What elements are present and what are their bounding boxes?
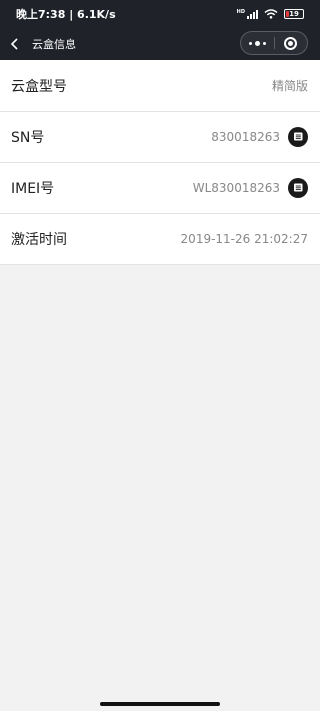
battery-level: 19 (289, 9, 299, 18)
row-label: 云盒型号 (11, 78, 67, 95)
copy-icon (293, 132, 302, 141)
signal-icon (247, 9, 258, 19)
info-list: 云盒型号 精简版 SN号 830018263 IMEI号 WL830018263 (0, 60, 320, 265)
copy-imei-button[interactable] (288, 177, 308, 198)
row-label: 激活时间 (11, 231, 67, 248)
chevron-left-icon (10, 38, 18, 50)
copy-sn-button[interactable] (288, 126, 308, 147)
list-item-imei: IMEI号 WL830018263 (0, 162, 320, 213)
list-item-sn: SN号 830018263 (0, 111, 320, 162)
battery-icon: 19 (284, 9, 304, 19)
list-item-activation-time: 激活时间 2019-11-26 21:02:27 (0, 213, 320, 264)
wifi-icon (264, 9, 278, 19)
home-indicator[interactable] (100, 702, 220, 706)
back-button[interactable] (0, 28, 30, 60)
copy-icon (293, 183, 302, 192)
status-icons: HD 19 (237, 9, 304, 19)
row-value[interactable]: 830018263 (211, 130, 280, 144)
mini-program-capsule (240, 31, 308, 55)
list-item-model: 云盒型号 精简版 (0, 60, 320, 111)
row-value[interactable]: WL830018263 (193, 181, 280, 195)
row-label: IMEI号 (11, 180, 55, 197)
hd-label: HD (236, 9, 245, 15)
row-label: SN号 (11, 129, 45, 146)
close-button[interactable] (275, 32, 308, 54)
more-button[interactable] (241, 32, 274, 54)
row-value: 2019-11-26 21:02:27 (180, 231, 308, 246)
status-time-speed: 晚上7:38 | 6.1K/s (16, 8, 116, 21)
row-value: 精简版 (271, 79, 308, 93)
more-dots-icon (248, 40, 266, 46)
target-circle-icon (284, 36, 298, 50)
page-title: 云盒信息 (32, 38, 76, 51)
status-bar: 晚上7:38 | 6.1K/s HD 19 (0, 0, 320, 28)
nav-bar: 云盒信息 (0, 28, 320, 60)
